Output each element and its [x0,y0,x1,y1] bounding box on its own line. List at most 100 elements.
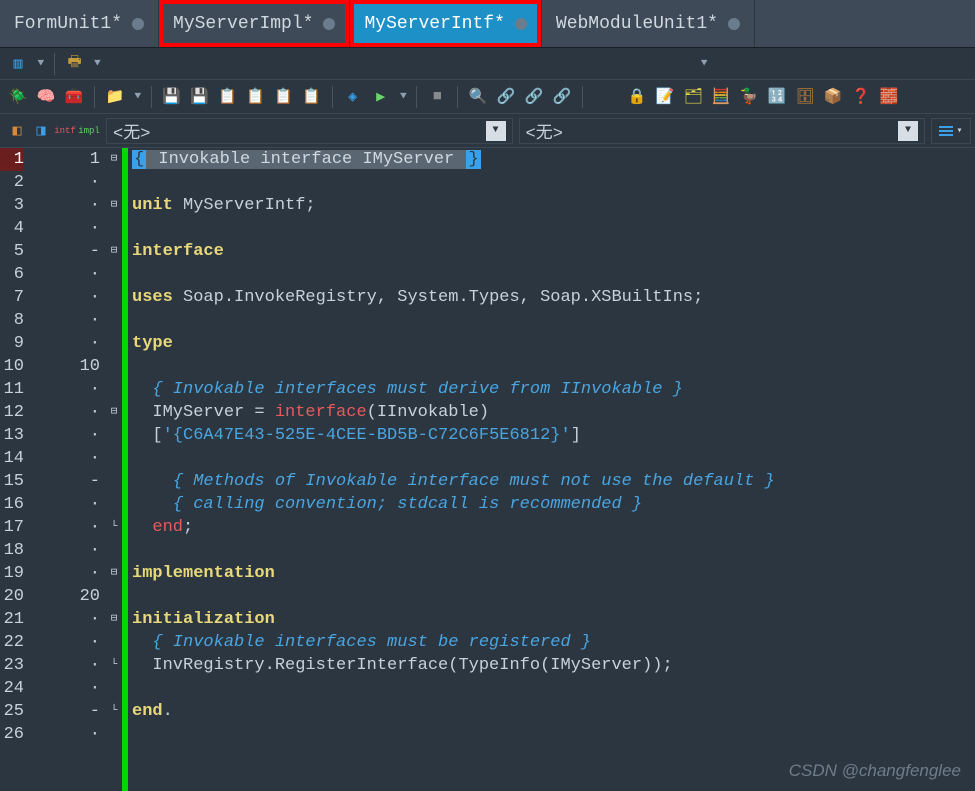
class-selector[interactable]: <无> ▼ [106,118,513,144]
view-toggle[interactable]: ▾ [931,118,971,144]
fold-toggle-icon[interactable]: ⊟ [106,562,122,585]
code-line[interactable]: { Methods of Invokable interface must no… [132,470,975,493]
chevron-down-icon[interactable]: ⯆ [36,57,46,71]
code-line[interactable]: end; [132,516,975,539]
tab-formunit1[interactable]: FormUnit1* [0,0,159,47]
toolbar-button[interactable]: 🧠 [34,85,58,109]
code-line[interactable]: type [132,332,975,355]
line-number: 5 [0,240,24,263]
toolbar-button[interactable]: ■ [425,85,449,109]
code-line[interactable] [132,539,975,562]
nav-icon-3[interactable]: intf [54,120,76,142]
fold-toggle-icon [106,470,122,493]
code-content[interactable]: { Invokable interface IMyServer } unit My… [128,148,975,791]
code-line[interactable]: unit MyServerIntf; [132,194,975,217]
tabs-bar: FormUnit1*MyServerImpl*MyServerIntf*WebM… [0,0,975,48]
toolbar-button[interactable]: 🔗 [550,85,574,109]
code-line[interactable] [132,309,975,332]
code-line[interactable]: { Invokable interfaces must be registere… [132,631,975,654]
gutter-mark: · [30,424,100,447]
toolbar-button[interactable]: 💾 [188,85,212,109]
tab-myserverimpl[interactable]: MyServerImpl* [159,0,350,47]
chevron-down-icon[interactable]: ⯆ [699,57,709,71]
code-line[interactable]: uses Soap.InvokeRegistry, System.Types, … [132,286,975,309]
nav-icon-4[interactable]: impl [78,120,100,142]
toolbar-button[interactable]: 📦 [821,85,845,109]
toolbar-button[interactable]: 💾 [160,85,184,109]
fold-toggle-icon[interactable]: └ [106,700,122,723]
line-number: 3 [0,194,24,217]
toolbar-button[interactable]: 📋 [244,85,268,109]
fold-toggle-icon[interactable]: ⊟ [106,148,122,171]
line-number: 2 [0,171,24,194]
toolbar-button[interactable]: 📋 [272,85,296,109]
chevron-down-icon[interactable]: ⯆ [133,90,143,104]
code-line[interactable] [132,723,975,746]
toolbar-button[interactable]: 🧰 [62,85,86,109]
code-line[interactable]: ['{C6A47E43-525E-4CEE-BD5B-C72C6F5E6812}… [132,424,975,447]
code-line[interactable] [132,447,975,470]
code-line[interactable] [132,217,975,240]
nav-icon-2[interactable]: ◨ [30,120,52,142]
dropdown-arrow-icon[interactable]: ▼ [486,121,506,141]
toolbar-button[interactable]: 🧮 [709,85,733,109]
chevron-down-icon[interactable]: ⯆ [399,90,409,104]
toolbar-button[interactable]: 🪲 [6,85,30,109]
code-line[interactable] [132,677,975,700]
code-line[interactable] [132,585,975,608]
code-line[interactable]: { calling convention; stdcall is recomme… [132,493,975,516]
toolbar-button[interactable]: 📝 [653,85,677,109]
toolbar-button[interactable]: 🦆 [737,85,761,109]
fold-toggle-icon[interactable]: ⊟ [106,608,122,631]
toolbar-button[interactable]: 📁 [103,85,127,109]
fold-toggle-icon [106,677,122,700]
modified-indicator-icon [132,18,144,30]
toolbar-button[interactable]: 🔒 [625,85,649,109]
toolbar-button[interactable]: 🔗 [494,85,518,109]
toolbar-button[interactable]: 📋 [216,85,240,109]
component-icon[interactable]: ▥ [6,52,30,76]
nav-icon-1[interactable]: ◧ [6,120,28,142]
code-line[interactable]: initialization [132,608,975,631]
code-line[interactable]: end. [132,700,975,723]
toolbar-button[interactable]: 🔢 [765,85,789,109]
code-line[interactable] [132,355,975,378]
toolbar-button[interactable]: 🔗 [522,85,546,109]
code-line[interactable]: IMyServer = interface(IInvokable) [132,401,975,424]
code-line[interactable]: { Invokable interfaces must derive from … [132,378,975,401]
dropdown-arrow-icon[interactable]: ▼ [898,121,918,141]
chevron-down-icon[interactable]: ⯆ [93,57,103,71]
code-line[interactable]: implementation [132,562,975,585]
fold-toggle-icon[interactable]: └ [106,516,122,539]
print-icon[interactable]: 🖶 [63,52,87,76]
tab-myserverintf[interactable]: MyServerIntf* [350,0,541,47]
toolbar-button[interactable]: ◈ [341,85,365,109]
fold-toggle-icon [106,493,122,516]
fold-toggle-icon[interactable]: ⊟ [106,240,122,263]
toolbar-button[interactable]: ▶ [369,85,393,109]
gutter-mark: · [30,723,100,746]
gutter-mark: · [30,194,100,217]
toolbar-button[interactable]: 🧱 [877,85,901,109]
line-number: 1 [0,148,24,171]
gutter-mark: · [30,332,100,355]
code-line[interactable] [132,171,975,194]
gutter-mark: - [30,470,100,493]
tab-webmoduleunit1[interactable]: WebModuleUnit1* [542,0,755,47]
code-line[interactable]: InvRegistry.RegisterInterface(TypeInfo(I… [132,654,975,677]
toolbar-button[interactable]: 🗄 [793,85,817,109]
fold-gutter[interactable]: ⊟ ⊟ ⊟ ⊟ └ ⊟ ⊟ └ └ [106,148,122,791]
toolbar-button[interactable]: ❓ [849,85,873,109]
fold-toggle-icon[interactable]: └ [106,654,122,677]
toolbar-button[interactable]: 📋 [300,85,324,109]
fold-toggle-icon[interactable]: ⊟ [106,401,122,424]
toolbar-button[interactable]: 🗂 [681,85,705,109]
code-line[interactable]: { Invokable interface IMyServer } [132,148,975,171]
code-line[interactable] [132,263,975,286]
code-line[interactable]: interface [132,240,975,263]
method-selector[interactable]: <无> ▼ [519,118,926,144]
line-number: 23 [0,654,24,677]
fold-toggle-icon[interactable]: ⊟ [106,194,122,217]
toolbar-button[interactable]: 🔍 [466,85,490,109]
code-editor[interactable]: 1234567891011121314151617181920212223242… [0,148,975,791]
